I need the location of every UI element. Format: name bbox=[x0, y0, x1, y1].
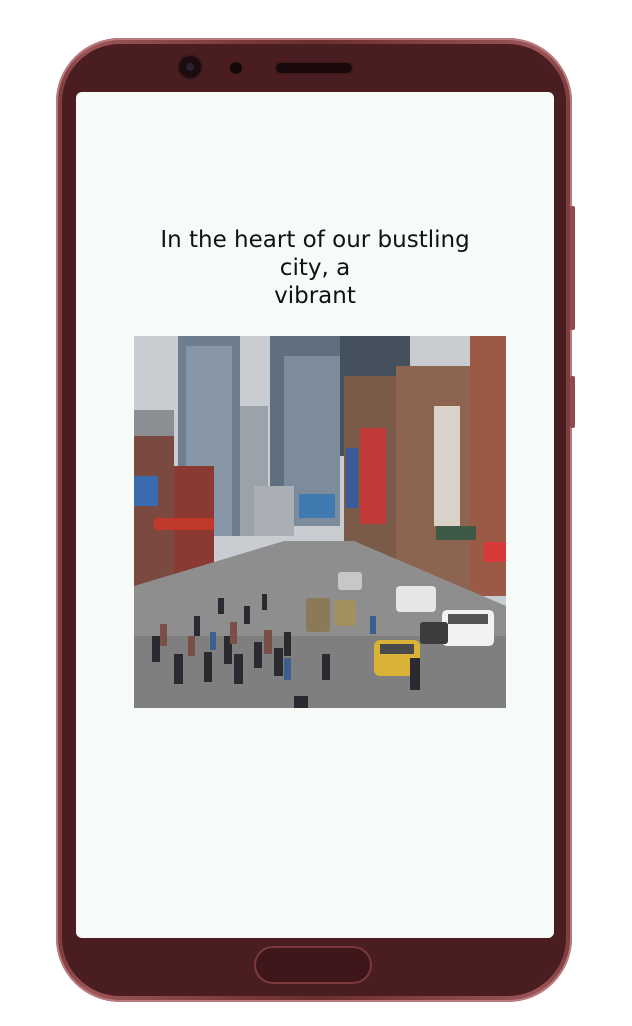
earpiece-speaker bbox=[276, 63, 352, 73]
front-camera-icon bbox=[179, 56, 201, 78]
app-screen: In the heart of our bustling city, a vib… bbox=[76, 92, 554, 938]
volume-button[interactable] bbox=[570, 376, 575, 428]
proximity-sensor-icon bbox=[230, 62, 242, 74]
power-button[interactable] bbox=[570, 206, 575, 330]
home-button[interactable] bbox=[254, 946, 372, 984]
story-caption: In the heart of our bustling city, a vib… bbox=[160, 227, 470, 309]
city-street-image bbox=[134, 336, 506, 708]
